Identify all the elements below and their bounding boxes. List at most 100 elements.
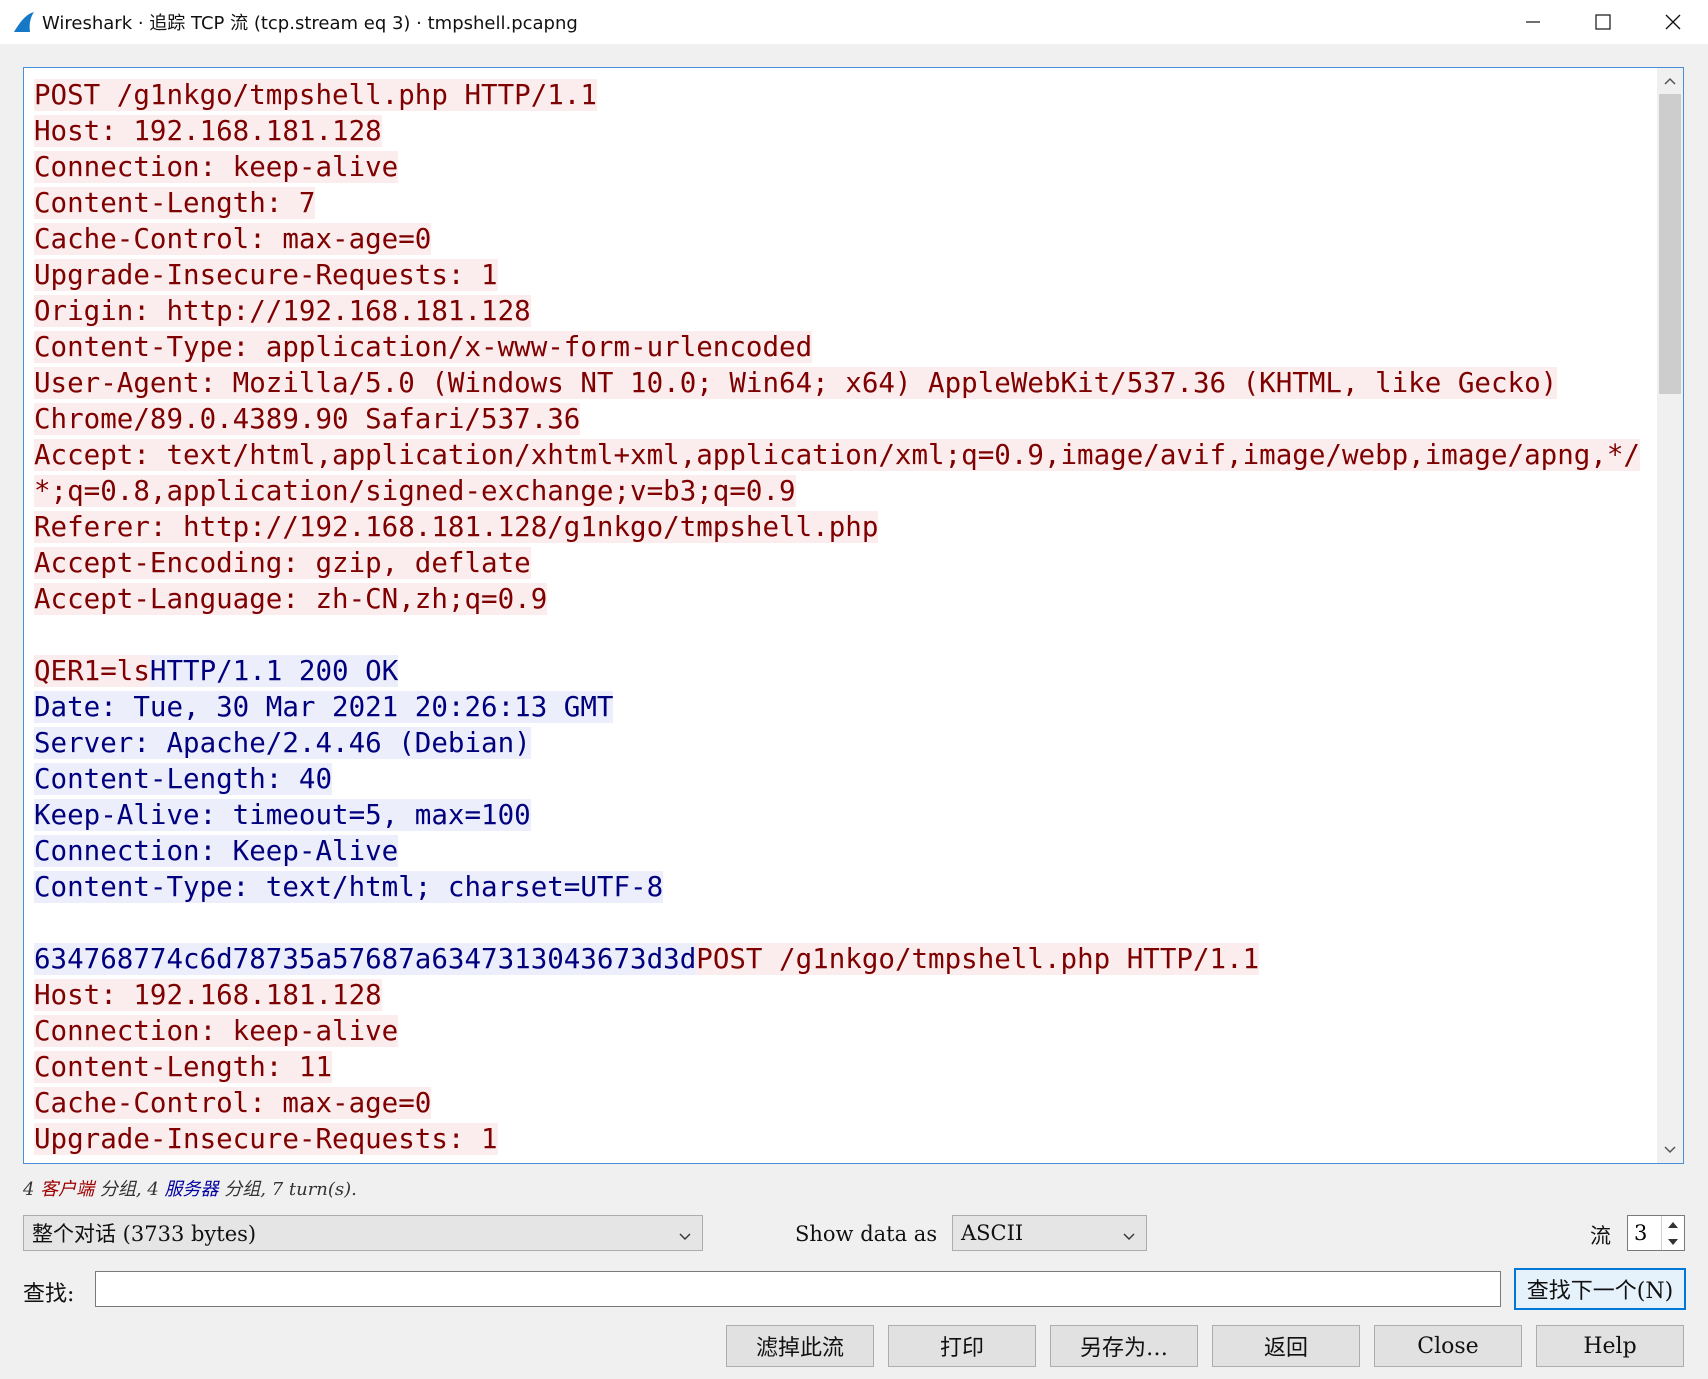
vertical-scrollbar[interactable] <box>1657 68 1683 1163</box>
summary-mid: 分组, 4 <box>94 1179 165 1200</box>
stream-line: Accept-Encoding: gzip, deflate <box>34 545 1674 581</box>
stream-line: User-Agent: Mozilla/5.0 (Windows NT 10.0… <box>34 365 1674 401</box>
server-text: Date: Tue, 30 Mar 2021 20:26:13 GMT <box>34 691 614 723</box>
client-text: Accept: text/html,application/xhtml+xml,… <box>34 439 1640 471</box>
help-button[interactable]: Help <box>1536 1325 1684 1367</box>
stream-line: Content-Type: text/html; charset=UTF-8 <box>34 869 1674 905</box>
stream-line: Chrome/89.0.4389.90 Safari/537.36 <box>34 401 1674 437</box>
summary-suffix: 分组, 7 turn(s). <box>218 1179 357 1200</box>
stream-line: Keep-Alive: timeout=5, max=100 <box>34 797 1674 833</box>
stream-number-value: 3 <box>1634 1221 1648 1245</box>
summary-server-label: 服务器 <box>164 1179 219 1200</box>
chevron-down-icon <box>1122 1224 1136 1248</box>
client-text: Upgrade-Insecure-Requests: 1 <box>34 1123 498 1155</box>
client-text: Origin: http://192.168.181.128 <box>34 295 531 327</box>
title-bar: Wireshark · 追踪 TCP 流 (tcp.stream eq 3) ·… <box>0 0 1708 44</box>
stream-line: Connection: keep-alive <box>34 149 1674 185</box>
close-icon <box>1665 14 1681 30</box>
server-text: 634768774c6d78735a57687a6347313043673d3d <box>34 943 697 975</box>
stream-text-view[interactable]: POST /g1nkgo/tmpshell.php HTTP/1.1 Host: … <box>23 67 1684 1164</box>
close-button[interactable]: Close <box>1374 1325 1522 1367</box>
stream-line <box>34 905 1674 941</box>
wireshark-fin-icon <box>12 10 36 34</box>
summary-client-label: 客户端 <box>40 1179 95 1200</box>
client-text: Upgrade-Insecure-Requests: 1 <box>34 259 498 291</box>
stream-line: QER1=lsHTTP/1.1 200 OK <box>34 653 1674 689</box>
maximize-button[interactable] <box>1568 0 1638 44</box>
stream-summary: 4 客户端 分组, 4 服务器 分组, 7 turn(s). <box>23 1175 357 1201</box>
stream-number-label: 流 <box>1590 1224 1611 1248</box>
find-label: 查找: <box>23 1282 75 1307</box>
stream-line: 634768774c6d78735a57687a6347313043673d3d… <box>34 941 1674 977</box>
stream-line: Host: 192.168.181.128 <box>34 113 1674 149</box>
client-text: Content-Type: application/x-www-form-url… <box>34 331 813 363</box>
stream-line: Connection: Keep-Alive <box>34 833 1674 869</box>
stream-line: Referer: http://192.168.181.128/g1nkgo/t… <box>34 509 1674 545</box>
client-text: POST /g1nkgo/tmpshell.php HTTP/1.1 <box>34 79 597 111</box>
client-text: Content-Length: 7 <box>34 187 316 219</box>
summary-prefix: 4 <box>23 1179 41 1200</box>
server-text: Server: Apache/2.4.46 (Debian) <box>34 727 531 759</box>
maximize-icon <box>1595 14 1611 30</box>
chevron-down-icon <box>678 1224 692 1248</box>
stream-line: Cache-Control: max-age=0 <box>34 1085 1674 1121</box>
save-as-button[interactable]: 另存为… <box>1050 1325 1198 1367</box>
stream-line: Accept: text/html,application/xhtml+xml,… <box>34 437 1674 473</box>
client-text: *;q=0.8,application/signed-exchange;v=b3… <box>34 475 796 507</box>
client-text: User-Agent: Mozilla/5.0 (Windows NT 10.0… <box>34 367 1558 399</box>
stream-line: POST /g1nkgo/tmpshell.php HTTP/1.1 <box>34 77 1674 113</box>
stream-line: Cache-Control: max-age=0 <box>34 221 1674 257</box>
server-text: HTTP/1.1 200 OK <box>149 655 399 687</box>
stream-line: Upgrade-Insecure-Requests: 1 <box>34 257 1674 293</box>
stream-line: Server: Apache/2.4.46 (Debian) <box>34 725 1674 761</box>
back-button[interactable]: 返回 <box>1212 1325 1360 1367</box>
find-next-button[interactable]: 查找下一个(N) <box>1514 1268 1686 1310</box>
stream-line: Content-Length: 11 <box>34 1049 1674 1085</box>
stream-line: Date: Tue, 30 Mar 2021 20:26:13 GMT <box>34 689 1674 725</box>
client-text: Cache-Control: max-age=0 <box>34 223 432 255</box>
scrollbar-thumb[interactable] <box>1659 94 1681 394</box>
find-input[interactable] <box>95 1271 1501 1307</box>
client-text: Accept-Language: zh-CN,zh;q=0.9 <box>34 583 548 615</box>
filter-out-stream-button[interactable]: 滤掉此流 <box>726 1325 874 1367</box>
conversation-select-value: 整个对话 (3733 bytes) <box>32 1222 257 1246</box>
stream-number-spinbox[interactable]: 3 <box>1627 1215 1685 1251</box>
minimize-button[interactable] <box>1498 0 1568 44</box>
window-title: Wireshark · 追踪 TCP 流 (tcp.stream eq 3) ·… <box>42 13 578 34</box>
client-text: POST /g1nkgo/tmpshell.php HTTP/1.1 <box>696 943 1260 975</box>
client-text: Cache-Control: max-age=0 <box>34 1087 432 1119</box>
client-text: Host: 192.168.181.128 <box>34 115 382 147</box>
stream-line: Upgrade-Insecure-Requests: 1 <box>34 1121 1674 1157</box>
show-data-select[interactable]: ASCII <box>952 1215 1147 1251</box>
stream-line: Host: 192.168.181.128 <box>34 977 1674 1013</box>
client-text: Connection: keep-alive <box>34 151 399 183</box>
stream-line: Origin: http://192.168.181.128 <box>34 293 1674 329</box>
stream-line: Accept-Language: zh-CN,zh;q=0.9 <box>34 581 1674 617</box>
server-text: Connection: Keep-Alive <box>34 835 399 867</box>
stream-line <box>34 617 1674 653</box>
client-text: Accept-Encoding: gzip, deflate <box>34 547 531 579</box>
client-text: Referer: http://192.168.181.128/g1nkgo/t… <box>34 511 879 543</box>
spin-down-icon[interactable] <box>1662 1233 1684 1250</box>
scroll-down-icon[interactable] <box>1657 1137 1683 1163</box>
stream-line: Content-Type: application/x-www-form-url… <box>34 329 1674 365</box>
client-text: Connection: keep-alive <box>34 1015 399 1047</box>
client-text: Chrome/89.0.4389.90 Safari/537.36 <box>34 403 581 435</box>
conversation-select[interactable]: 整个对话 (3733 bytes) <box>23 1215 703 1251</box>
client-text: Content-Length: 11 <box>34 1051 333 1083</box>
stream-content: POST /g1nkgo/tmpshell.php HTTP/1.1 Host: … <box>34 77 1674 1157</box>
spin-up-icon[interactable] <box>1662 1216 1684 1233</box>
scroll-up-icon[interactable] <box>1657 68 1683 94</box>
stream-line: *;q=0.8,application/signed-exchange;v=b3… <box>34 473 1674 509</box>
server-text: Keep-Alive: timeout=5, max=100 <box>34 799 531 831</box>
show-data-select-value: ASCII <box>961 1221 1024 1245</box>
client-text: QER1=ls <box>34 655 150 687</box>
stream-line: Connection: keep-alive <box>34 1013 1674 1049</box>
show-data-label: Show data as <box>795 1222 938 1246</box>
minimize-icon <box>1526 15 1540 29</box>
stream-line: Content-Length: 7 <box>34 185 1674 221</box>
close-window-button[interactable] <box>1638 0 1708 44</box>
print-button[interactable]: 打印 <box>888 1325 1036 1367</box>
server-text: Content-Length: 40 <box>34 763 333 795</box>
server-text: Content-Type: text/html; charset=UTF-8 <box>34 871 664 903</box>
